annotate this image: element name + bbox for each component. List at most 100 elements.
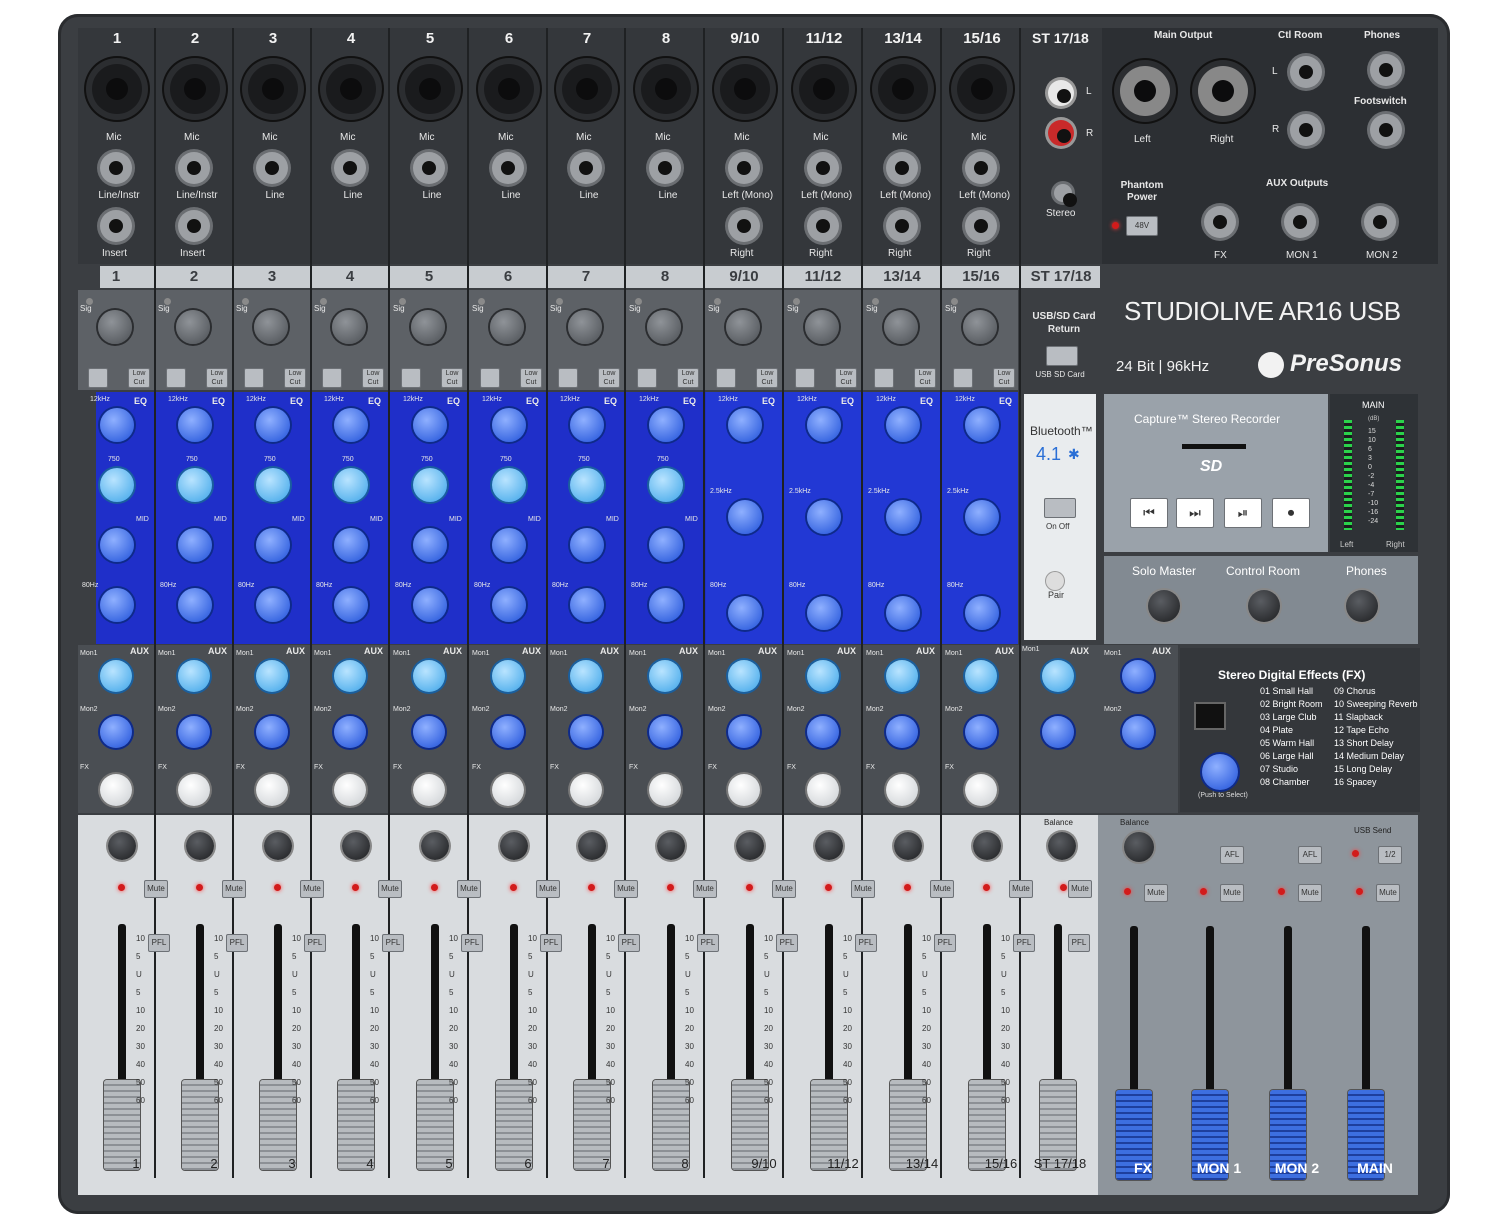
- low-cut-button[interactable]: Low Cut: [835, 368, 857, 388]
- mon1-send-knob[interactable]: [256, 660, 288, 692]
- pan-knob[interactable]: [264, 832, 292, 860]
- mon1-send-knob[interactable]: [649, 660, 681, 692]
- st-balance-knob[interactable]: [1048, 832, 1076, 860]
- eq-knob[interactable]: [100, 588, 134, 622]
- eq-knob[interactable]: [807, 596, 841, 630]
- fx-select-knob[interactable]: [1202, 754, 1238, 790]
- low-cut-button[interactable]: Low Cut: [128, 368, 150, 388]
- mon1-send-knob[interactable]: [178, 660, 210, 692]
- eq-knob[interactable]: [649, 468, 683, 502]
- eq-knob[interactable]: [178, 588, 212, 622]
- mon2-send-knob[interactable]: [649, 716, 681, 748]
- mic-xlr-input[interactable]: [170, 64, 220, 114]
- eq-knob[interactable]: [413, 468, 447, 502]
- pan-knob[interactable]: [421, 832, 449, 860]
- eq-knob[interactable]: [965, 500, 999, 534]
- eq-knob[interactable]: [178, 408, 212, 442]
- line-jack[interactable]: [965, 152, 997, 184]
- mon1-send-knob[interactable]: [413, 660, 445, 692]
- aux-mon2-jack[interactable]: [1364, 206, 1396, 238]
- second-jack[interactable]: [100, 210, 132, 242]
- second-jack[interactable]: [728, 210, 760, 242]
- master-mute-button[interactable]: Mute: [1376, 884, 1400, 902]
- instrument-button[interactable]: [558, 368, 578, 388]
- eq-knob[interactable]: [649, 588, 683, 622]
- mon1-send-knob[interactable]: [334, 660, 366, 692]
- fx-send-knob[interactable]: [178, 774, 210, 806]
- eq-knob[interactable]: [256, 588, 290, 622]
- eq-knob[interactable]: [570, 408, 604, 442]
- pan-knob[interactable]: [578, 832, 606, 860]
- master-mute-button[interactable]: Mute: [1144, 884, 1168, 902]
- mon2-send-knob[interactable]: [807, 716, 839, 748]
- mon1-send-knob[interactable]: [100, 660, 132, 692]
- pfl-button[interactable]: PFL: [148, 934, 170, 952]
- mon1-afl-button[interactable]: AFL: [1220, 846, 1244, 864]
- phones-knob[interactable]: [1346, 590, 1378, 622]
- mute-button[interactable]: Mute: [457, 880, 481, 898]
- line-jack[interactable]: [570, 152, 602, 184]
- fx-send-knob[interactable]: [965, 774, 997, 806]
- mon2-send-knob[interactable]: [100, 716, 132, 748]
- instrument-button[interactable]: [88, 368, 108, 388]
- low-cut-button[interactable]: Low Cut: [993, 368, 1015, 388]
- pfl-button[interactable]: PFL: [304, 934, 326, 952]
- eq-knob[interactable]: [492, 468, 526, 502]
- line-jack[interactable]: [100, 152, 132, 184]
- eq-knob[interactable]: [256, 528, 290, 562]
- master-balance-knob[interactable]: [1124, 832, 1154, 862]
- master-mute-button[interactable]: Mute: [1220, 884, 1244, 902]
- eq-knob[interactable]: [570, 588, 604, 622]
- mon2-send-knob[interactable]: [886, 716, 918, 748]
- line-jack[interactable]: [178, 152, 210, 184]
- instrument-button[interactable]: [401, 368, 421, 388]
- instrument-button[interactable]: [637, 368, 657, 388]
- rca-right-jack[interactable]: [1048, 120, 1074, 146]
- mute-button[interactable]: Mute: [536, 880, 560, 898]
- eq-knob[interactable]: [570, 528, 604, 562]
- mic-xlr-input[interactable]: [405, 64, 455, 114]
- mic-xlr-input[interactable]: [799, 64, 849, 114]
- low-cut-button[interactable]: Low Cut: [362, 368, 384, 388]
- pan-knob[interactable]: [657, 832, 685, 860]
- instrument-button[interactable]: [795, 368, 815, 388]
- mic-xlr-input[interactable]: [720, 64, 770, 114]
- mon2-send-knob[interactable]: [334, 716, 366, 748]
- pfl-button[interactable]: PFL: [934, 934, 956, 952]
- low-cut-button[interactable]: Low Cut: [441, 368, 463, 388]
- eq-knob[interactable]: [807, 408, 841, 442]
- fx-send-knob[interactable]: [728, 774, 760, 806]
- mon2-send-knob[interactable]: [728, 716, 760, 748]
- mon2-afl-button[interactable]: AFL: [1298, 846, 1322, 864]
- fx-send-knob[interactable]: [100, 774, 132, 806]
- stereo-mini-jack[interactable]: [1054, 184, 1077, 207]
- fx-return-mon2-knob[interactable]: [1122, 716, 1154, 748]
- pan-knob[interactable]: [186, 832, 214, 860]
- eq-knob[interactable]: [334, 468, 368, 502]
- line-jack[interactable]: [728, 152, 760, 184]
- mute-button[interactable]: Mute: [144, 880, 168, 898]
- eq-knob[interactable]: [492, 528, 526, 562]
- fx-send-knob[interactable]: [886, 774, 918, 806]
- line-jack[interactable]: [886, 152, 918, 184]
- mic-xlr-input[interactable]: [92, 64, 142, 114]
- eq-knob[interactable]: [100, 408, 134, 442]
- control-room-knob[interactable]: [1248, 590, 1280, 622]
- low-cut-button[interactable]: Low Cut: [520, 368, 542, 388]
- st-mute-button[interactable]: Mute: [1068, 880, 1092, 898]
- mon2-send-knob[interactable]: [178, 716, 210, 748]
- eq-knob[interactable]: [728, 408, 762, 442]
- line-jack[interactable]: [807, 152, 839, 184]
- mon1-send-knob[interactable]: [807, 660, 839, 692]
- eq-knob[interactable]: [492, 408, 526, 442]
- eq-knob[interactable]: [256, 468, 290, 502]
- eq-knob[interactable]: [649, 408, 683, 442]
- trim-knob[interactable]: [963, 310, 997, 344]
- mic-xlr-input[interactable]: [641, 64, 691, 114]
- phones-jack[interactable]: [1370, 54, 1402, 86]
- eq-knob[interactable]: [965, 596, 999, 630]
- mute-button[interactable]: Mute: [614, 880, 638, 898]
- eq-knob[interactable]: [334, 408, 368, 442]
- fx-send-knob[interactable]: [492, 774, 524, 806]
- eq-knob[interactable]: [886, 408, 920, 442]
